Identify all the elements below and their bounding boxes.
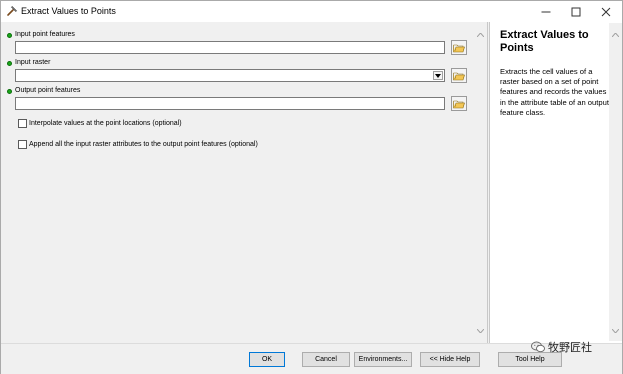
append-raster-attributes-label: Append all the input raster attributes t…	[29, 141, 258, 148]
required-indicator-icon	[7, 89, 12, 94]
hammer-icon	[7, 5, 18, 16]
scroll-down-arrow-icon[interactable]	[609, 325, 622, 337]
minimize-button[interactable]	[531, 1, 561, 22]
ok-button[interactable]: OK	[249, 352, 285, 367]
help-title: Extract Values to Points	[500, 29, 589, 54]
hide-help-button[interactable]: << Hide Help	[420, 352, 480, 367]
scroll-down-arrow-icon[interactable]	[473, 325, 487, 337]
input-raster-label: Input raster	[15, 59, 51, 66]
browse-input-raster-button[interactable]	[451, 68, 467, 83]
chevron-down-icon	[435, 73, 441, 78]
open-folder-icon	[453, 72, 465, 80]
required-indicator-icon	[7, 61, 12, 66]
close-icon	[601, 7, 611, 16]
scroll-up-arrow-icon[interactable]	[609, 29, 622, 41]
output-point-features-label: Output point features	[15, 87, 81, 94]
title-bar[interactable]: Extract Values to Points	[1, 1, 622, 22]
append-raster-attributes-checkbox[interactable]	[18, 140, 27, 149]
output-point-features-field[interactable]	[15, 97, 445, 110]
window-title: Extract Values to Points	[21, 6, 116, 16]
input-point-features-field[interactable]	[15, 41, 445, 54]
tool-dialog-window: Extract Values to Points Input point fea…	[0, 0, 623, 374]
dropdown-arrow-button[interactable]	[433, 71, 443, 80]
maximize-button[interactable]	[561, 1, 591, 22]
help-scrollbar[interactable]	[609, 23, 622, 341]
cancel-button[interactable]: Cancel	[302, 352, 350, 367]
input-raster-combo[interactable]	[15, 69, 445, 82]
help-panel: Extract Values to Points Extracts the ce…	[489, 22, 622, 343]
watermark-text: 牧野匠社	[548, 341, 592, 354]
wechat-icon	[531, 341, 545, 353]
parameters-scrollbar[interactable]	[473, 23, 487, 341]
environments-button[interactable]: Environments...	[354, 352, 412, 367]
browse-output-point-features-button[interactable]	[451, 96, 467, 111]
help-description: Extracts the cell values of a raster bas…	[500, 67, 609, 117]
scroll-up-arrow-icon[interactable]	[473, 29, 487, 41]
maximize-icon	[571, 7, 581, 16]
open-folder-icon	[453, 44, 465, 52]
browse-input-point-features-button[interactable]	[451, 40, 467, 55]
interpolate-values-label: Interpolate values at the point location…	[29, 120, 182, 127]
watermark: 牧野匠社	[531, 339, 592, 355]
input-point-features-label: Input point features	[15, 31, 75, 38]
minimize-icon	[541, 11, 551, 12]
dialog-button-bar: OK Cancel Environments... << Hide Help T…	[1, 343, 622, 374]
interpolate-values-checkbox[interactable]	[18, 119, 27, 128]
close-button[interactable]	[591, 1, 621, 22]
required-indicator-icon	[7, 33, 12, 38]
open-folder-icon	[453, 100, 465, 108]
